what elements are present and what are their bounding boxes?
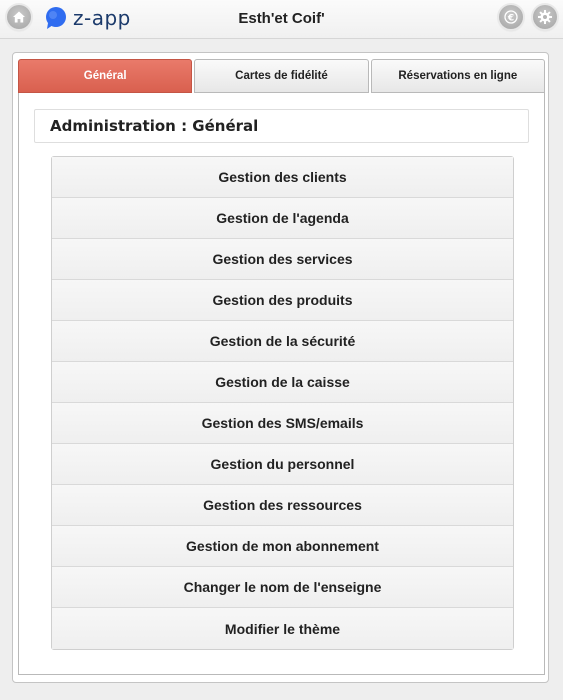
menu-item-services[interactable]: Gestion des services [52, 239, 513, 280]
menu-item-cash-register[interactable]: Gestion de la caisse [52, 362, 513, 403]
content-panel: Général Cartes de fidélité Réservations … [12, 52, 549, 683]
menu-item-staff[interactable]: Gestion du personnel [52, 444, 513, 485]
svg-text:€: € [507, 13, 514, 23]
admin-menu-list: Gestion des clients Gestion de l'agenda … [51, 156, 514, 650]
menu-item-subscription[interactable]: Gestion de mon abonnement [52, 526, 513, 567]
top-bar: z-app Esth'et Coif' € [0, 0, 563, 39]
menu-item-products[interactable]: Gestion des produits [52, 280, 513, 321]
home-icon [13, 11, 25, 23]
settings-button[interactable] [533, 5, 557, 29]
tab-general[interactable]: Général [18, 59, 193, 93]
logo-bubble-icon [46, 7, 66, 29]
section-title: Administration : Général [34, 109, 529, 143]
home-button[interactable] [7, 5, 31, 29]
euro-button[interactable]: € [499, 5, 523, 29]
tab-bar: Général Cartes de fidélité Réservations … [18, 59, 545, 93]
menu-item-rename-shop[interactable]: Changer le nom de l'enseigne [52, 567, 513, 608]
menu-item-sms-emails[interactable]: Gestion des SMS/emails [52, 403, 513, 444]
menu-item-security[interactable]: Gestion de la sécurité [52, 321, 513, 362]
tab-body: Administration : Général Gestion des cli… [18, 93, 545, 675]
tab-loyalty-cards[interactable]: Cartes de fidélité [194, 59, 369, 93]
menu-item-theme[interactable]: Modifier le thème [52, 608, 513, 649]
app-title: Esth'et Coif' [238, 10, 325, 27]
tab-online-bookings[interactable]: Réservations en ligne [370, 59, 545, 93]
logo: z-app [44, 6, 131, 30]
settings-icon [538, 10, 552, 24]
menu-item-clients[interactable]: Gestion des clients [52, 157, 513, 198]
menu-item-resources[interactable]: Gestion des ressources [52, 485, 513, 526]
euro-icon: € [504, 10, 518, 24]
logo-text: z-app [73, 6, 131, 30]
menu-item-agenda[interactable]: Gestion de l'agenda [52, 198, 513, 239]
